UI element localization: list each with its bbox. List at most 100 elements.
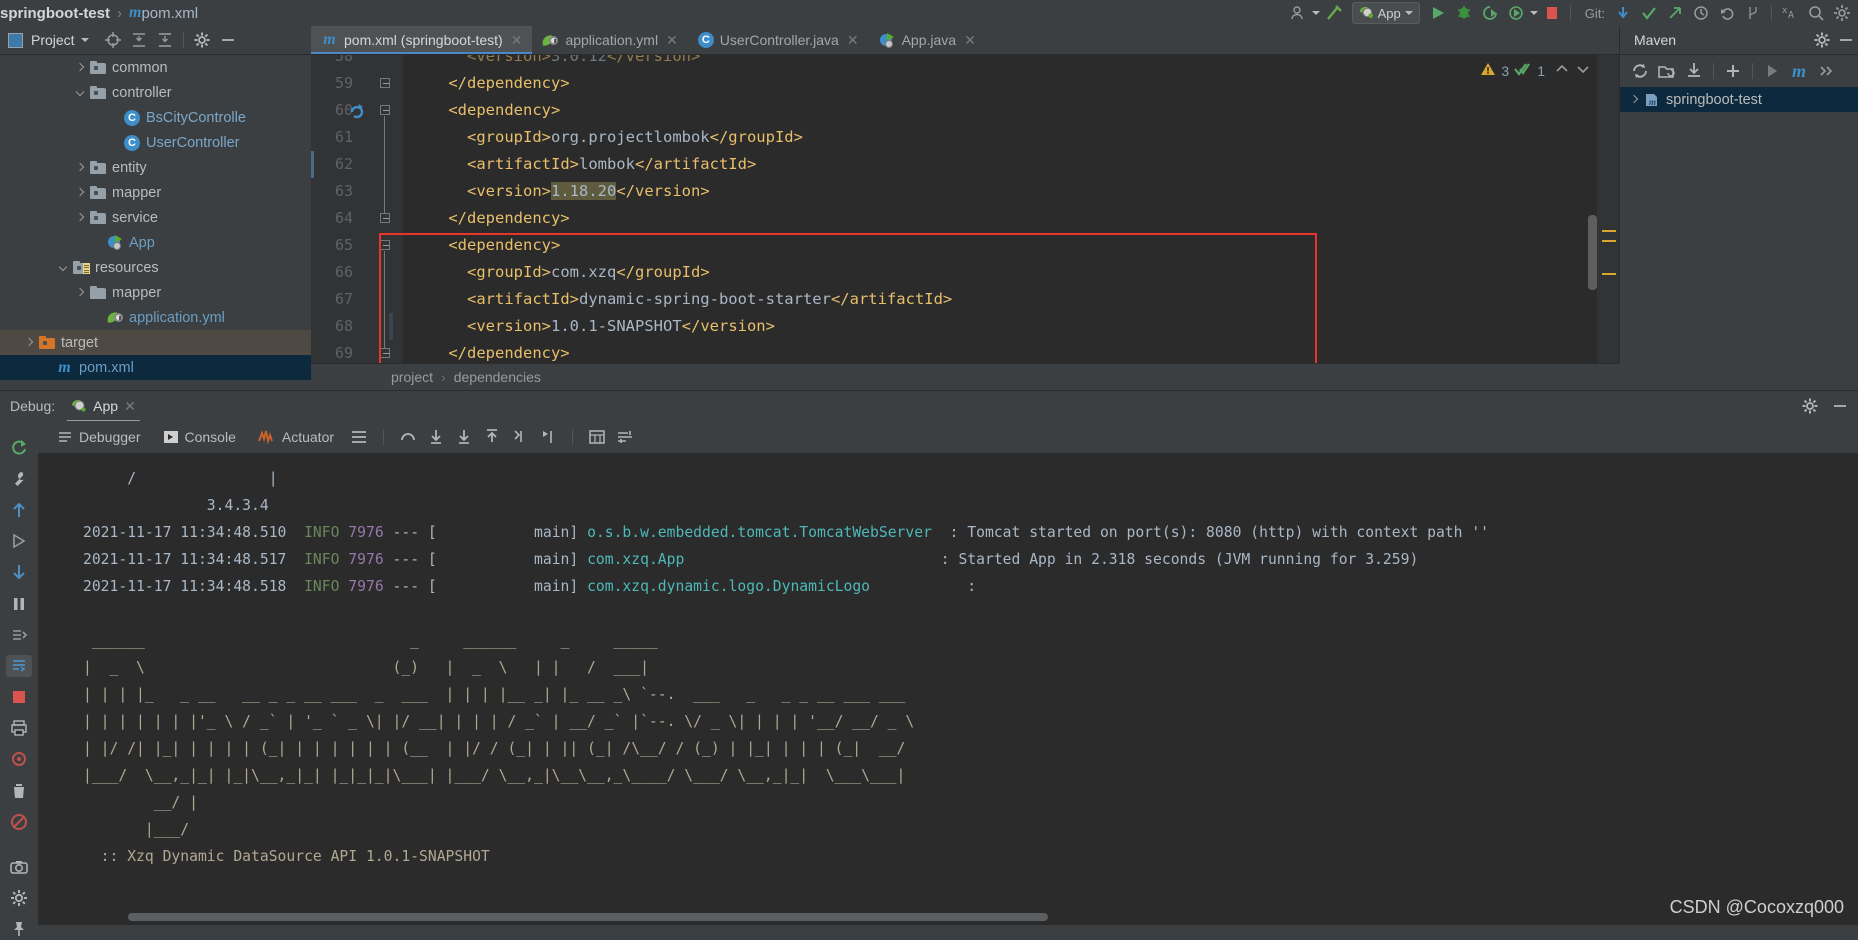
project-tree-item-bscitycontrolle[interactable]: C BsCityControlle <box>0 105 311 130</box>
debug-hide-panel-icon[interactable] <box>1828 394 1852 418</box>
scroll-from-source-icon[interactable] <box>101 28 125 52</box>
build-hammer-icon[interactable] <box>1322 1 1346 25</box>
run-with-coverage-button[interactable] <box>1478 1 1502 25</box>
wrench-icon[interactable] <box>6 468 32 489</box>
editor-vertical-scrollbar[interactable] <box>1588 215 1597 290</box>
git-branch-icon[interactable] <box>1741 1 1765 25</box>
hide-panel-icon[interactable] <box>216 28 240 52</box>
chevron-right-icon[interactable] <box>1628 93 1641 106</box>
search-icon[interactable] <box>1804 1 1828 25</box>
console-output[interactable]: / | 3.4.3.4 2021-11-17 11:34:48.510 INFO … <box>38 453 1858 925</box>
step-down-icon[interactable] <box>6 562 32 583</box>
expand-all-icon[interactable] <box>153 28 177 52</box>
editor-marker-column[interactable] <box>1597 55 1619 363</box>
step-over-icon[interactable] <box>394 423 422 451</box>
chevron-right-icon[interactable] <box>23 336 36 349</box>
maven-hide-panel-icon[interactable] <box>1834 28 1858 52</box>
maven-reload-icon[interactable] <box>1628 59 1652 83</box>
console-horizontal-scrollbar[interactable] <box>128 913 1048 921</box>
settings-gear-icon[interactable] <box>1830 1 1854 25</box>
camera-icon[interactable] <box>6 856 32 877</box>
chevron-right-icon[interactable] <box>74 211 87 224</box>
translate-icon[interactable]: xA <box>1778 1 1802 25</box>
project-tree-item-target[interactable]: target <box>0 330 311 355</box>
editor-tab-pom-xml-springboot-test-[interactable]: m pom.xml (springboot-test) ✕ <box>311 26 533 54</box>
step-into-icon[interactable] <box>422 423 450 451</box>
run-button[interactable] <box>1426 1 1450 25</box>
project-tree-item-entity[interactable]: entity <box>0 155 311 180</box>
maven-execute-icon[interactable]: m <box>1787 59 1811 83</box>
delete-trash-icon[interactable] <box>6 780 32 801</box>
project-tree-item-resources[interactable]: resources <box>0 255 311 280</box>
maven-add-icon[interactable] <box>1721 59 1745 83</box>
force-step-into-icon[interactable] <box>450 423 478 451</box>
maven-generate-sources-icon[interactable] <box>1655 59 1679 83</box>
chevron-right-icon[interactable] <box>74 61 87 74</box>
chevron-right-icon[interactable] <box>74 186 87 199</box>
profiler-button[interactable] <box>1504 1 1528 25</box>
print-icon[interactable] <box>6 718 32 739</box>
breadcrumb-file[interactable]: pom.xml <box>141 5 198 22</box>
maven-run-goal-icon[interactable] <box>1760 59 1784 83</box>
code-editor[interactable]: 58 59 60 61 62 63 64 65 66 67 68 69 <version>3.0.12… <box>311 55 1619 363</box>
stop-session-icon[interactable] <box>6 687 32 708</box>
code-fold-toggle-icon[interactable] <box>380 213 391 224</box>
mute-breakpoints-icon[interactable] <box>6 624 32 645</box>
pause-icon[interactable] <box>6 593 32 614</box>
editor-breadcrumb-item[interactable]: dependencies <box>454 369 541 385</box>
debug-settings-gear-icon[interactable] <box>1798 394 1822 418</box>
next-highlight-icon[interactable] <box>1575 61 1591 80</box>
close-icon[interactable]: ✕ <box>666 32 678 49</box>
code-fold-toggle-icon[interactable] <box>380 105 391 116</box>
stop-button[interactable] <box>1540 1 1564 25</box>
rerun-icon[interactable] <box>6 437 32 458</box>
chevron-right-icon[interactable] <box>74 161 87 174</box>
close-icon[interactable]: ✕ <box>124 398 136 415</box>
editor-tab-app-java[interactable]: App.java ✕ <box>869 26 986 54</box>
project-view-dropdown-icon[interactable] <box>80 38 89 42</box>
chevron-right-icon[interactable] <box>74 286 87 299</box>
project-tree-item-service[interactable]: service <box>0 205 311 230</box>
user-dropdown-icon[interactable] <box>1311 11 1320 15</box>
soft-wrap-icon[interactable] <box>6 655 32 677</box>
git-commit-icon[interactable] <box>1637 1 1661 25</box>
code-fold-toggle-icon[interactable] <box>380 240 391 251</box>
code-fold-toggle-icon[interactable] <box>380 78 391 89</box>
project-tree-item-app[interactable]: App <box>0 230 311 255</box>
editor-tab-usercontroller-java[interactable]: C UserController.java ✕ <box>688 26 869 54</box>
editor-tab-application-yml[interactable]: application.yml ✕ <box>532 26 687 54</box>
step-up-icon[interactable] <box>6 499 32 520</box>
editor-breadcrumb-item[interactable]: project <box>391 369 433 385</box>
maven-project-tree[interactable]: m springboot-test <box>1619 87 1858 363</box>
maven-more-icon[interactable] <box>1814 59 1838 83</box>
debug-tab-debugger[interactable]: Debugger <box>46 421 152 453</box>
close-icon[interactable]: ✕ <box>847 32 859 49</box>
close-icon[interactable]: ✕ <box>511 32 523 49</box>
breadcrumb-project[interactable]: springboot-test <box>0 5 110 22</box>
drop-frame-icon[interactable] <box>506 423 534 451</box>
project-tree[interactable]: common controller C BsCityControlle C UserCon… <box>0 55 311 385</box>
project-tree-item-pom-xml[interactable]: m pom.xml <box>0 355 311 380</box>
debug-button[interactable] <box>1452 1 1476 25</box>
profiler-dropdown-icon[interactable] <box>1529 11 1538 15</box>
pin-icon[interactable] <box>6 919 32 940</box>
chevron-down-icon[interactable] <box>57 261 70 274</box>
code-content[interactable]: <version>3.0.12</version> </dependency> … <box>411 55 1551 363</box>
project-tree-item-application-yml[interactable]: application.yml <box>0 305 311 330</box>
maven-settings-gear-icon[interactable] <box>1810 28 1834 52</box>
debug-tab-actuator[interactable]: Actuator <box>247 421 345 453</box>
chevron-down-icon[interactable] <box>74 86 87 99</box>
git-history-icon[interactable] <box>1689 1 1713 25</box>
debug-toolbar[interactable]: Debugger Console Actuator <box>38 421 1858 453</box>
inspection-widget[interactable]: 3 1 <box>1480 61 1591 80</box>
close-icon[interactable]: ✕ <box>964 32 976 49</box>
code-fold-toggle-icon[interactable] <box>380 348 391 359</box>
run-configuration-selector[interactable]: App <box>1351 2 1420 24</box>
scroll-to-end-icon[interactable] <box>6 749 32 770</box>
git-update-icon[interactable] <box>1611 1 1635 25</box>
maven-reimport-gutter-icon[interactable] <box>349 103 365 119</box>
project-tree-item-mapper[interactable]: mapper <box>0 180 311 205</box>
debug-tab-console[interactable]: Console <box>152 421 247 453</box>
project-tree-item-usercontroller[interactable]: C UserController <box>0 130 311 155</box>
collapse-all-icon[interactable] <box>127 28 151 52</box>
